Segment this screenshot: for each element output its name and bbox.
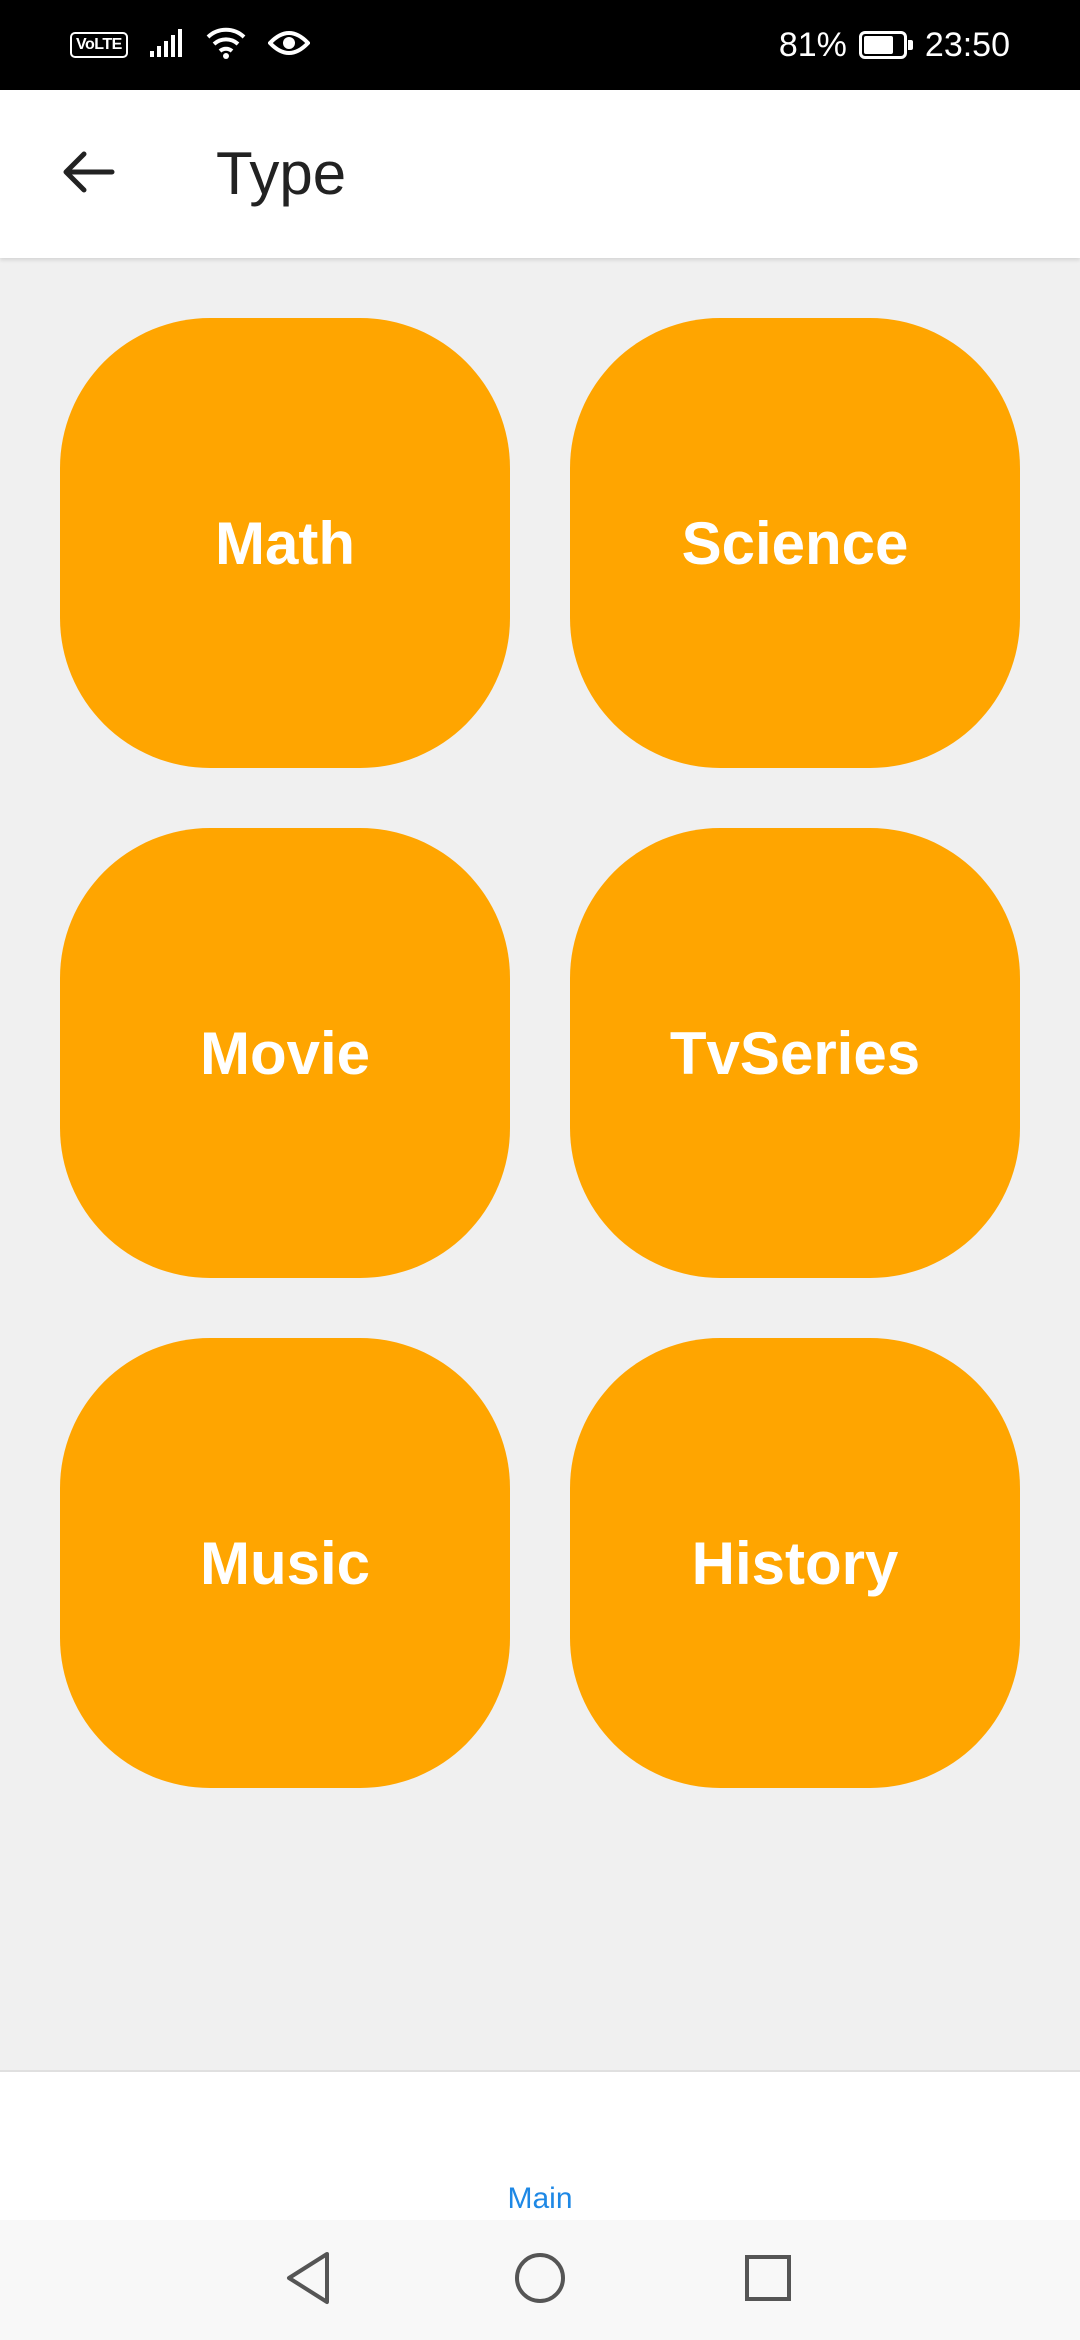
app-bar: Type — [0, 90, 1080, 258]
volte-indicator: VoLTE — [70, 32, 128, 58]
system-back-button[interactable] — [268, 2240, 348, 2320]
battery-percent: 81% — [778, 25, 847, 64]
category-tvseries-button[interactable]: TvSeries — [570, 828, 1020, 1278]
tab-main[interactable]: Main — [490, 2182, 590, 2216]
category-math-button[interactable]: Math — [60, 318, 510, 768]
status-bar: VoLTE 81% 23:50 — [0, 0, 1080, 90]
system-navigation-bar — [0, 2220, 1080, 2340]
status-right: 81% 23:50 — [779, 0, 1010, 90]
clock: 23:50 — [924, 25, 1010, 64]
category-science-button[interactable]: Science — [570, 318, 1020, 768]
bottom-navigation: Main — [0, 2070, 1080, 2222]
eye-icon — [267, 29, 311, 62]
category-movie-button[interactable]: Movie — [60, 828, 510, 1278]
back-triangle-icon — [283, 2250, 333, 2311]
battery-fill — [863, 36, 894, 54]
battery-charging-icon — [858, 31, 913, 59]
signal-icon — [149, 28, 184, 62]
wifi-icon — [206, 27, 246, 64]
home-circle-icon — [513, 2251, 567, 2310]
system-home-button[interactable] — [500, 2240, 580, 2320]
system-recents-button[interactable] — [728, 2240, 808, 2320]
category-history-button[interactable]: History — [570, 1338, 1020, 1788]
status-left: VoLTE — [70, 0, 311, 90]
page-title: Type — [216, 140, 347, 207]
category-grid: Math Science Movie TvSeries Music Histor… — [60, 318, 1020, 1788]
screen: VoLTE 81% 23:50 Type Math Science Movie … — [0, 0, 1080, 2340]
category-music-button[interactable]: Music — [60, 1338, 510, 1788]
arrow-left-icon — [60, 148, 116, 201]
recents-square-icon — [743, 2253, 793, 2308]
back-button[interactable] — [44, 130, 132, 218]
